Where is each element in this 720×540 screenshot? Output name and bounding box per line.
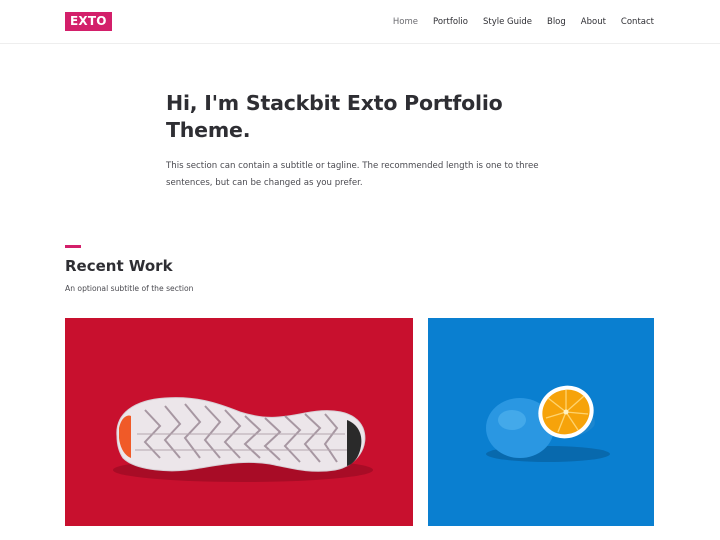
site-header: EXTO Home Portfolio Style Guide Blog Abo… (0, 0, 720, 44)
hero-title: Hi, I'm Stackbit Exto Portfolio Theme. (166, 91, 503, 142)
portfolio-card-sneaker[interactable] (65, 318, 413, 526)
nav-blog[interactable]: Blog (547, 17, 566, 27)
nav-portfolio[interactable]: Portfolio (433, 17, 468, 27)
section-accent-bar (65, 245, 81, 248)
section-subtitle: An optional subtitle of the section (65, 284, 194, 293)
portfolio-card-orange[interactable] (428, 318, 654, 526)
hero-section: Hi, I'm Stackbit Exto Portfolio Theme. T… (166, 90, 566, 192)
section-title: Recent Work (65, 257, 173, 275)
nav-about[interactable]: About (581, 17, 606, 27)
nav-style-guide[interactable]: Style Guide (483, 17, 532, 27)
nav-contact[interactable]: Contact (621, 17, 654, 27)
hero-subtitle: This section can contain a subtitle or t… (166, 161, 539, 188)
nav-home[interactable]: Home (393, 17, 418, 27)
blue-orange-image (428, 318, 654, 526)
sneaker-sole-image (65, 318, 413, 526)
main-nav: Home Portfolio Style Guide Blog About Co… (393, 0, 654, 44)
site-logo[interactable]: EXTO (65, 12, 112, 31)
